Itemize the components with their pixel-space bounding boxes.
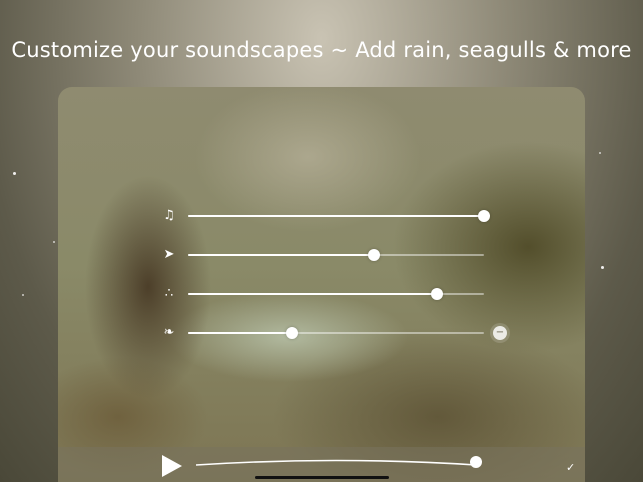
channel-row-seagull: ❧ − — [58, 323, 585, 343]
channel-row-music: ♫ — [58, 206, 585, 226]
rain-drops-icon[interactable]: ∴ — [161, 284, 177, 304]
sparkle — [53, 241, 55, 243]
slider-thumb[interactable] — [430, 288, 443, 300]
channel-row-wind: ➤ — [58, 245, 585, 265]
seagull-icon[interactable]: ❧ — [161, 323, 177, 343]
sparkle — [601, 266, 604, 269]
music-note-icon[interactable]: ♫ — [161, 206, 177, 226]
page-headline: Customize your soundscapes ~ Add rain, s… — [11, 38, 632, 62]
volume-slider-rain[interactable] — [188, 288, 484, 300]
checkmark-icon[interactable]: ✓ — [566, 461, 575, 474]
home-indicator — [255, 476, 389, 479]
master-volume-slider[interactable] — [196, 453, 481, 471]
sparkle — [13, 172, 16, 175]
play-icon — [162, 455, 182, 477]
master-volume-track — [196, 459, 477, 466]
sparkle — [22, 294, 24, 296]
volume-fill — [188, 332, 292, 334]
sparkle — [599, 152, 601, 154]
soundscape-mixer-card: ♫ ➤ ∴ ❧ − — [58, 87, 585, 482]
remove-sound-icon[interactable]: − — [493, 326, 507, 340]
volume-fill — [188, 293, 437, 295]
channel-row-rain: ∴ — [58, 284, 585, 304]
volume-slider-music[interactable] — [188, 210, 490, 222]
volume-fill — [188, 254, 375, 256]
volume-fill — [188, 215, 484, 217]
slider-thumb[interactable] — [368, 249, 381, 261]
volume-slider-seagull[interactable] — [188, 327, 484, 339]
wind-icon[interactable]: ➤ — [161, 245, 177, 265]
play-button[interactable] — [158, 449, 186, 479]
slider-thumb[interactable] — [285, 327, 298, 339]
volume-slider-wind[interactable] — [188, 249, 484, 261]
slider-thumb[interactable] — [478, 210, 490, 222]
master-slider-thumb[interactable] — [470, 456, 482, 468]
